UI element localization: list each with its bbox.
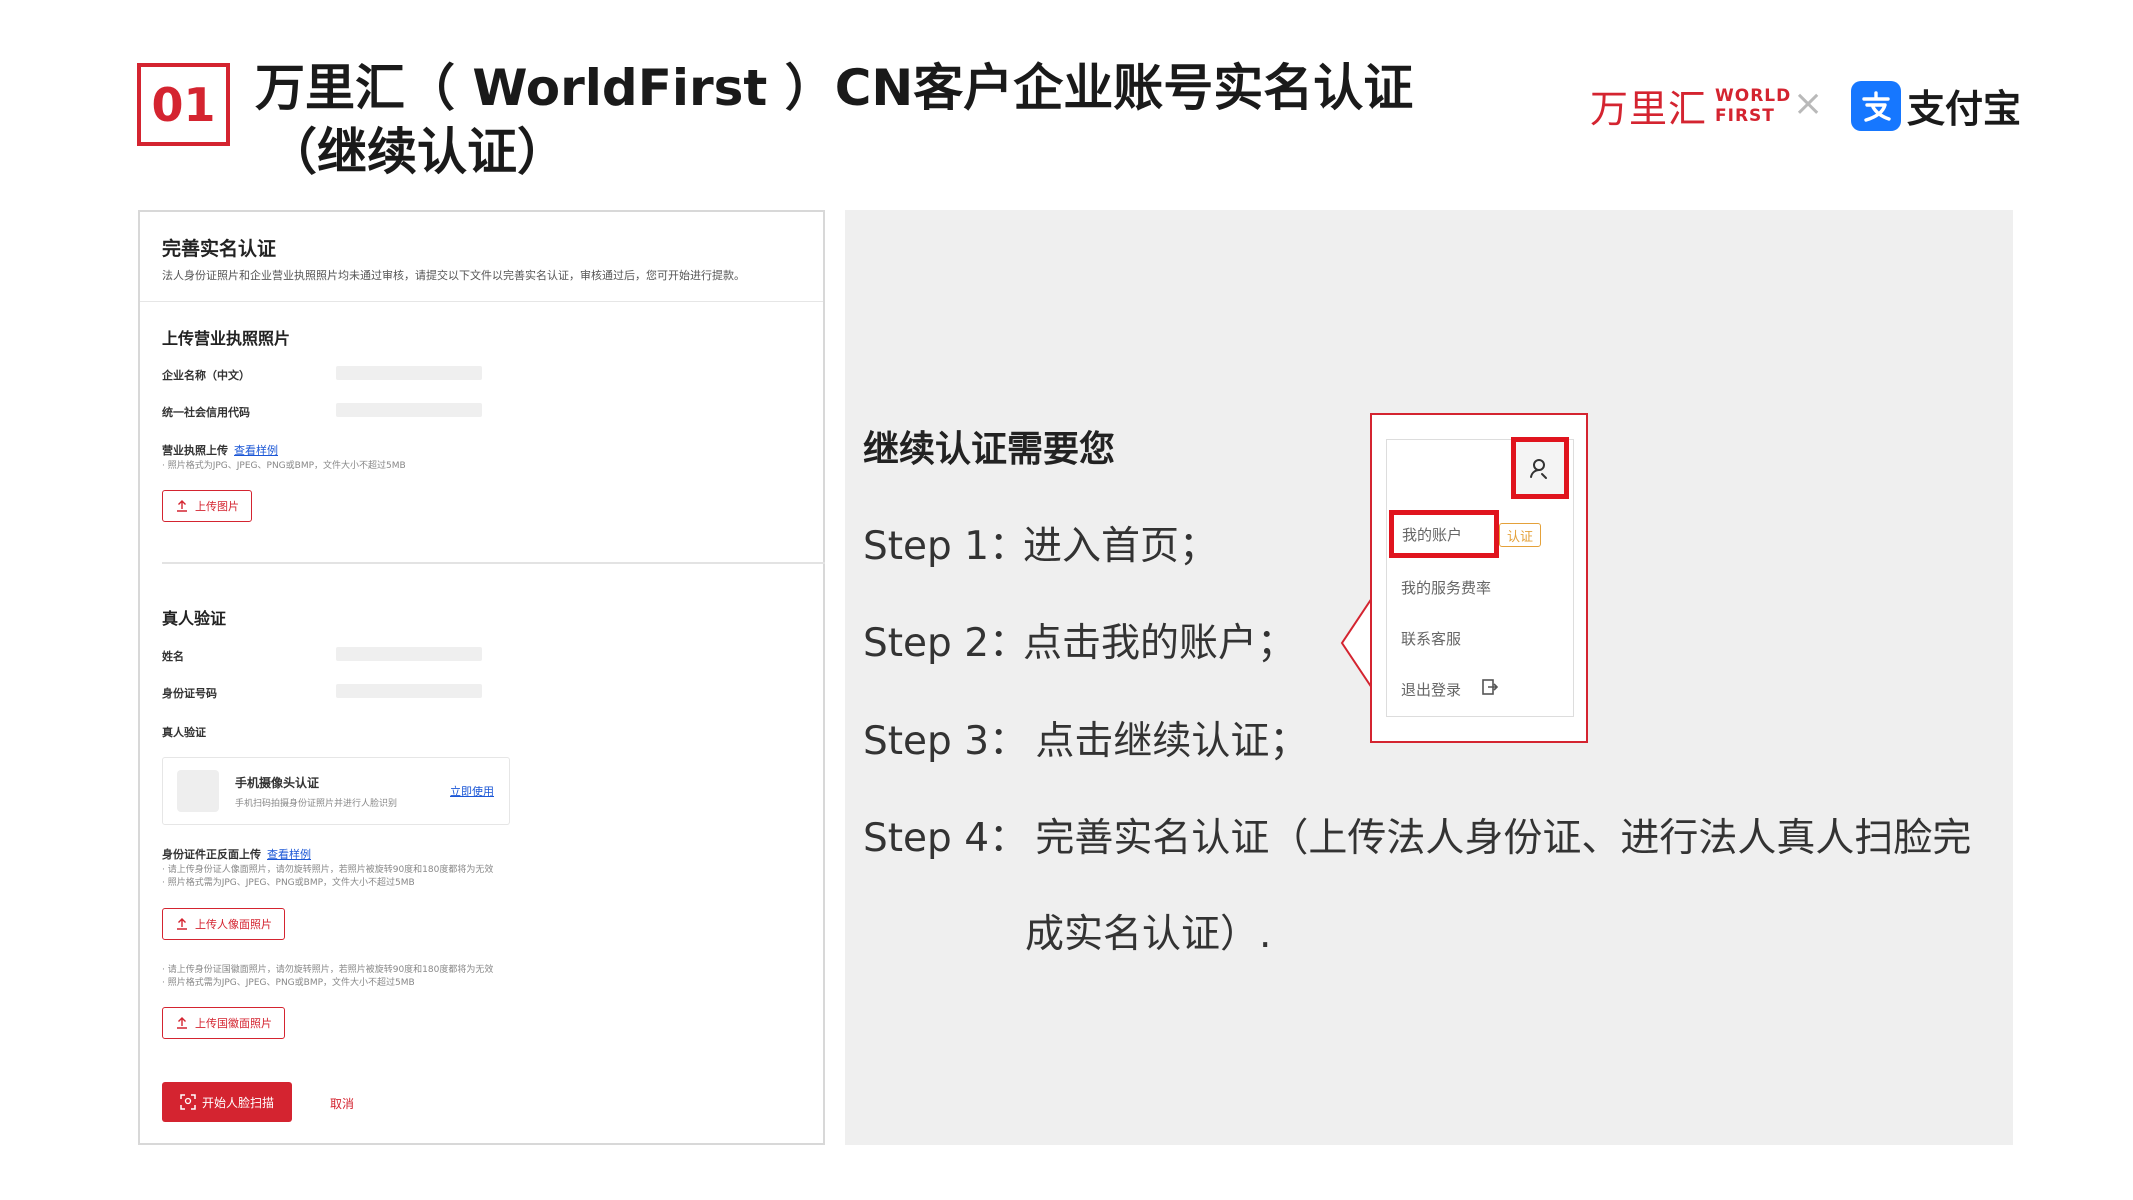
company-name-field[interactable] [336, 366, 482, 380]
step-2-text: 点击我的账户； [1023, 621, 1297, 666]
form-description: 法人身份证照片和企业营业执照照片均未通过审核，请提交以下文件以完善实名认证，审核… [162, 269, 745, 282]
account-dropdown-callout: 我的账户 认证 我的服务费率 联系客服 退出登录 [1370, 413, 1588, 743]
id-portrait-hint-1: · 请上传身份证人像面照片，请勿旋转照片，若照片被旋转90度和180度都将为无效 [162, 865, 494, 875]
id-portrait-hint-2: · 照片格式需为JPG、JPEG、PNG或BMP，文件大小不超过5MB [162, 878, 415, 888]
license-section-title: 上传营业执照照片 [162, 329, 291, 348]
step-4: Step 4： 完善实名认证（上传法人身份证、进行法人真人扫脸完 [863, 807, 1971, 863]
upload-portrait-button-label: 上传人像面照片 [195, 918, 272, 931]
logout-icon [1482, 679, 1499, 695]
section-number: 01 [137, 63, 230, 146]
worldfirst-logo: 万里汇 WORLD FIRST [1590, 78, 1791, 133]
page-title-line1: 万里汇（ WorldFirst ）CN客户企业账号实名认证 [255, 59, 1414, 117]
license-hint: · 照片格式为JPG、JPEG、PNG或BMP，文件大小不超过5MB [162, 461, 406, 471]
upload-icon [177, 1017, 187, 1029]
start-face-scan-label: 开始人脸扫描 [201, 1095, 274, 1110]
camera-verify-card: 手机摄像头认证 手机扫码拍摄身份证照片并进行人脸识别 立即使用 [162, 757, 510, 825]
camera-verify-title: 手机摄像头认证 [235, 776, 320, 790]
my-account-menu-item[interactable]: 我的账户 [1389, 510, 1499, 558]
logout-menu-item[interactable]: 退出登录 [1401, 679, 1461, 700]
credit-code-label: 统一社会信用代码 [162, 406, 250, 419]
logo-separator: × [1793, 83, 1824, 124]
license-upload-label: 营业执照上传 查看样例 [162, 442, 278, 458]
id-number-label: 身份证号码 [162, 687, 217, 700]
page-title-line2: （继续认证） [267, 123, 567, 181]
upload-image-button-label: 上传图片 [195, 500, 239, 513]
id-upload-label-text: 身份证件正反面上传 [162, 848, 261, 861]
step-4-label: Step 4： [863, 816, 1029, 861]
verification-form-screenshot: 完善实名认证 法人身份证照片和企业营业执照照片均未通过审核，请提交以下文件以完善… [138, 210, 825, 1145]
id-emblem-hint-2: · 照片格式需为JPG、JPEG、PNG或BMP，文件大小不超过5MB [162, 978, 415, 988]
id-number-field[interactable] [336, 684, 482, 698]
start-face-scan-button[interactable]: 开始人脸扫描 [162, 1082, 292, 1122]
company-name-label: 企业名称（中文） [162, 369, 250, 382]
upload-icon [177, 918, 187, 930]
name-field[interactable] [336, 647, 482, 661]
license-view-sample-link[interactable]: 查看样例 [234, 444, 278, 457]
form-header: 完善实名认证 法人身份证照片和企业营业执照照片均未通过审核，请提交以下文件以完善… [140, 212, 823, 302]
section-divider [162, 562, 825, 564]
account-button[interactable] [1511, 437, 1569, 499]
upload-image-button[interactable]: 上传图片 [162, 490, 252, 522]
account-dropdown-menu: 我的账户 认证 我的服务费率 联系客服 退出登录 [1386, 437, 1574, 717]
worldfirst-logo-en: WORLD FIRST [1715, 86, 1791, 126]
upload-portrait-button[interactable]: 上传人像面照片 [162, 908, 285, 940]
alipay-mark-icon [1851, 80, 1901, 131]
form-title: 完善实名认证 [162, 238, 277, 260]
alipay-logo-text: 支付宝 [1907, 87, 2022, 131]
step-1-text: 进入首页； [1023, 524, 1219, 569]
name-label: 姓名 [162, 650, 184, 663]
upload-icon [177, 500, 187, 512]
step-2: Step 2：点击我的账户； [863, 612, 1296, 668]
slide: 01 万里汇（ WorldFirst ）CN客户企业账号实名认证 （继续认证） … [0, 0, 2133, 1200]
camera-thumbnail [177, 770, 219, 812]
credit-code-field[interactable] [336, 403, 482, 417]
service-fee-menu-item[interactable]: 我的服务费率 [1401, 577, 1491, 598]
worldfirst-logo-cn: 万里汇 [1590, 87, 1708, 131]
page-title: 万里汇（ WorldFirst ）CN客户企业账号实名认证 （继续认证） [255, 56, 1435, 184]
person-section-title: 真人验证 [162, 609, 227, 628]
id-view-sample-link[interactable]: 查看样例 [267, 848, 311, 861]
use-now-link[interactable]: 立即使用 [450, 783, 494, 799]
id-emblem-hint-1: · 请上传身份证国徽面照片，请勿旋转照片，若照片被旋转90度和180度都将为无效 [162, 965, 494, 975]
step-3-text: 点击继续认证； [1023, 719, 1309, 764]
cancel-link[interactable]: 取消 [330, 1095, 354, 1112]
camera-verify-subtitle: 手机扫码拍摄身份证照片并进行人脸识别 [235, 799, 398, 809]
step-4-text: 完善实名认证（上传法人身份证、进行法人真人扫脸完 [1023, 816, 1972, 861]
step-1-label: Step 1： [863, 524, 1029, 569]
step-1: Step 1：进入首页； [863, 515, 1218, 571]
worldfirst-logo-en-1: WORLD [1715, 85, 1792, 106]
alipay-logo: 支付宝 [1851, 78, 2021, 133]
instructions-heading: 继续认证需要您 [863, 429, 1116, 470]
callout-pointer [1340, 598, 1374, 688]
contact-service-menu-item[interactable]: 联系客服 [1401, 628, 1461, 649]
face-scan-icon [180, 1094, 196, 1110]
upload-emblem-button[interactable]: 上传国徽面照片 [162, 1007, 285, 1039]
face-verify-label: 真人验证 [162, 726, 206, 739]
upload-emblem-button-label: 上传国徽面照片 [195, 1017, 272, 1030]
user-icon [1530, 459, 1547, 479]
license-upload-label-text: 营业执照上传 [162, 444, 228, 457]
step-4-continuation: 成实名认证）. [1025, 912, 1272, 957]
worldfirst-logo-en-2: FIRST [1715, 105, 1775, 126]
step-3-label: Step 3： [863, 719, 1029, 764]
id-upload-label: 身份证件正反面上传 查看样例 [162, 846, 311, 862]
step-2-label: Step 2： [863, 621, 1029, 666]
step-3: Step 3： 点击继续认证； [863, 710, 1308, 766]
verification-badge[interactable]: 认证 [1499, 523, 1541, 547]
